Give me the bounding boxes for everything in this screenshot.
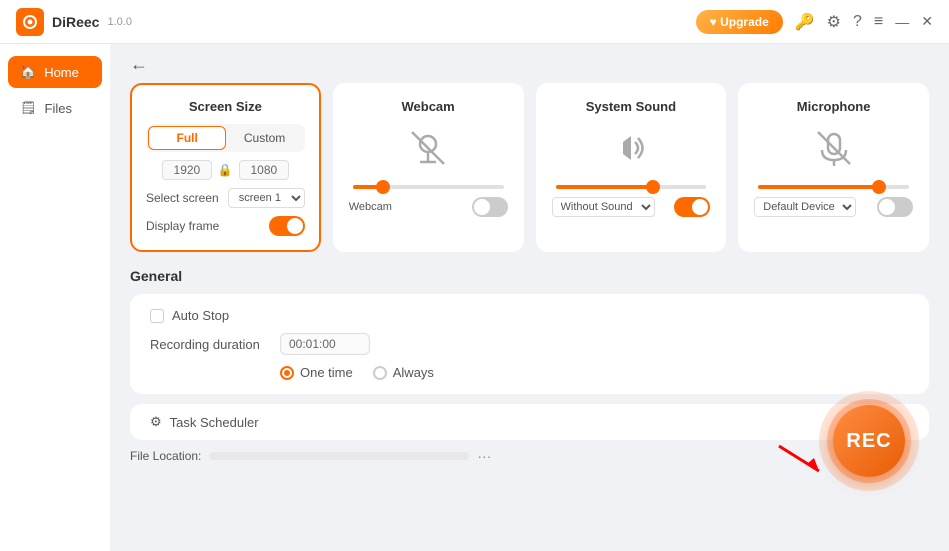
microphone-slider-thumb[interactable] [872,180,886,194]
title-bar: DiReec 1.0.0 ♥ Upgrade 🔑 ⚙ ? ≡ — ✕ [0,0,949,44]
title-bar-right: ♥ Upgrade 🔑 ⚙ ? ≡ — ✕ [696,10,933,34]
key-icon[interactable]: 🔑 [795,12,815,32]
content-header: ← [110,44,949,75]
microphone-card-bottom: Default Device [754,197,913,217]
autostop-row: Auto Stop [150,308,909,323]
rec-outer-ring: REC [819,391,919,491]
back-button[interactable]: ← [130,54,148,75]
sidebar-home-label: Home [44,65,79,80]
system-sound-title: System Sound [552,99,711,114]
system-sound-card: System Sound [536,83,727,252]
minimize-button[interactable]: — [895,14,909,30]
task-scheduler-label: Task Scheduler [170,415,259,430]
system-sound-icon [552,124,711,177]
microphone-card: Microphone [738,83,929,252]
menu-icon[interactable]: ≡ [874,13,883,31]
general-title: General [130,268,929,284]
display-frame-row: Display frame [146,216,305,236]
task-scheduler-icon: ⚙ [150,414,162,430]
system-sound-card-bottom: Without Sound [552,197,711,217]
system-sound-toggle[interactable] [674,197,710,217]
display-frame-label: Display frame [146,219,219,233]
system-sound-select[interactable]: Without Sound [552,197,655,217]
webcam-toggle[interactable] [472,197,508,217]
sidebar-files-label: Files [45,101,72,116]
always-label: Always [393,365,434,380]
full-button[interactable]: Full [148,126,226,150]
file-path [209,452,469,460]
system-sound-slider-fill [556,185,654,189]
width-input[interactable] [162,160,212,180]
custom-button[interactable]: Custom [226,126,302,150]
duration-row: Recording duration [150,333,909,355]
resolution-row: 🔒 [146,160,305,180]
webcam-label: Webcam [349,201,392,213]
webcam-slider-track[interactable] [353,185,504,189]
webcam-card-bottom: Webcam [349,197,508,217]
height-input[interactable] [239,160,289,180]
content-wrapper: ← Screen Size Full Custom 🔒 [110,44,949,551]
app-name: DiReec [52,14,99,30]
autostop-label: Auto Stop [172,308,229,323]
webcam-title: Webcam [349,99,508,114]
microphone-select[interactable]: Default Device [754,197,856,217]
cards-row: Screen Size Full Custom 🔒 Select screen … [110,75,949,264]
microphone-toggle[interactable] [877,197,913,217]
webcam-icon [349,124,508,177]
size-toggle: Full Custom [146,124,305,152]
system-sound-slider-row [552,185,711,189]
screen-select[interactable]: screen 1 [228,188,305,208]
one-time-label: One time [300,365,353,380]
rec-button[interactable]: REC [833,405,905,477]
radio-row: One time Always [280,365,909,380]
recording-duration-label: Recording duration [150,337,270,352]
microphone-title: Microphone [754,99,913,114]
system-sound-slider-track[interactable] [556,185,707,189]
title-bar-left: DiReec 1.0.0 [16,8,132,36]
microphone-slider-row [754,185,913,189]
webcam-slider-row [349,185,508,189]
app-logo [16,8,44,36]
microphone-slider-fill [758,185,879,189]
close-button[interactable]: ✕ [921,13,933,30]
general-section: General Auto Stop Recording duration One… [110,264,949,404]
file-location-label: File Location: [130,449,201,463]
one-time-radio[interactable] [280,366,294,380]
one-time-option[interactable]: One time [280,365,353,380]
select-screen-label: Select screen [146,191,219,205]
always-radio[interactable] [373,366,387,380]
select-screen-row: Select screen screen 1 [146,188,305,208]
general-content: Auto Stop Recording duration One time [130,294,929,394]
files-icon: 🗒 [20,100,37,116]
rec-label: REC [846,430,891,453]
microphone-slider-track[interactable] [758,185,909,189]
system-sound-slider-thumb[interactable] [646,180,660,194]
rec-middle-ring: REC [827,399,911,483]
rec-area: REC [819,391,919,491]
microphone-icon [754,124,913,177]
duration-input[interactable] [280,333,370,355]
sidebar-item-files[interactable]: 🗒 Files [8,92,102,124]
webcam-slider-thumb[interactable] [376,180,390,194]
settings-icon[interactable]: ⚙ [827,12,841,32]
home-icon: 🏠 [20,64,36,80]
task-scheduler-row[interactable]: ⚙ Task Scheduler [130,404,929,440]
screen-size-title: Screen Size [146,99,305,114]
sidebar-item-home[interactable]: 🏠 Home [8,56,102,88]
autostop-checkbox[interactable] [150,309,164,323]
file-location-more-button[interactable]: ··· [477,448,491,464]
webcam-card: Webcam [333,83,524,252]
app-version: 1.0.0 [107,16,131,28]
display-frame-toggle[interactable] [269,216,305,236]
lock-icon: 🔒 [218,163,233,177]
sidebar: 🏠 Home 🗒 Files [0,44,110,551]
help-icon[interactable]: ? [853,13,862,31]
main-layout: 🏠 Home 🗒 Files ← Screen Size Full Custom [0,44,949,551]
screen-size-card: Screen Size Full Custom 🔒 Select screen … [130,83,321,252]
always-option[interactable]: Always [373,365,434,380]
upgrade-button[interactable]: ♥ Upgrade [696,10,783,34]
